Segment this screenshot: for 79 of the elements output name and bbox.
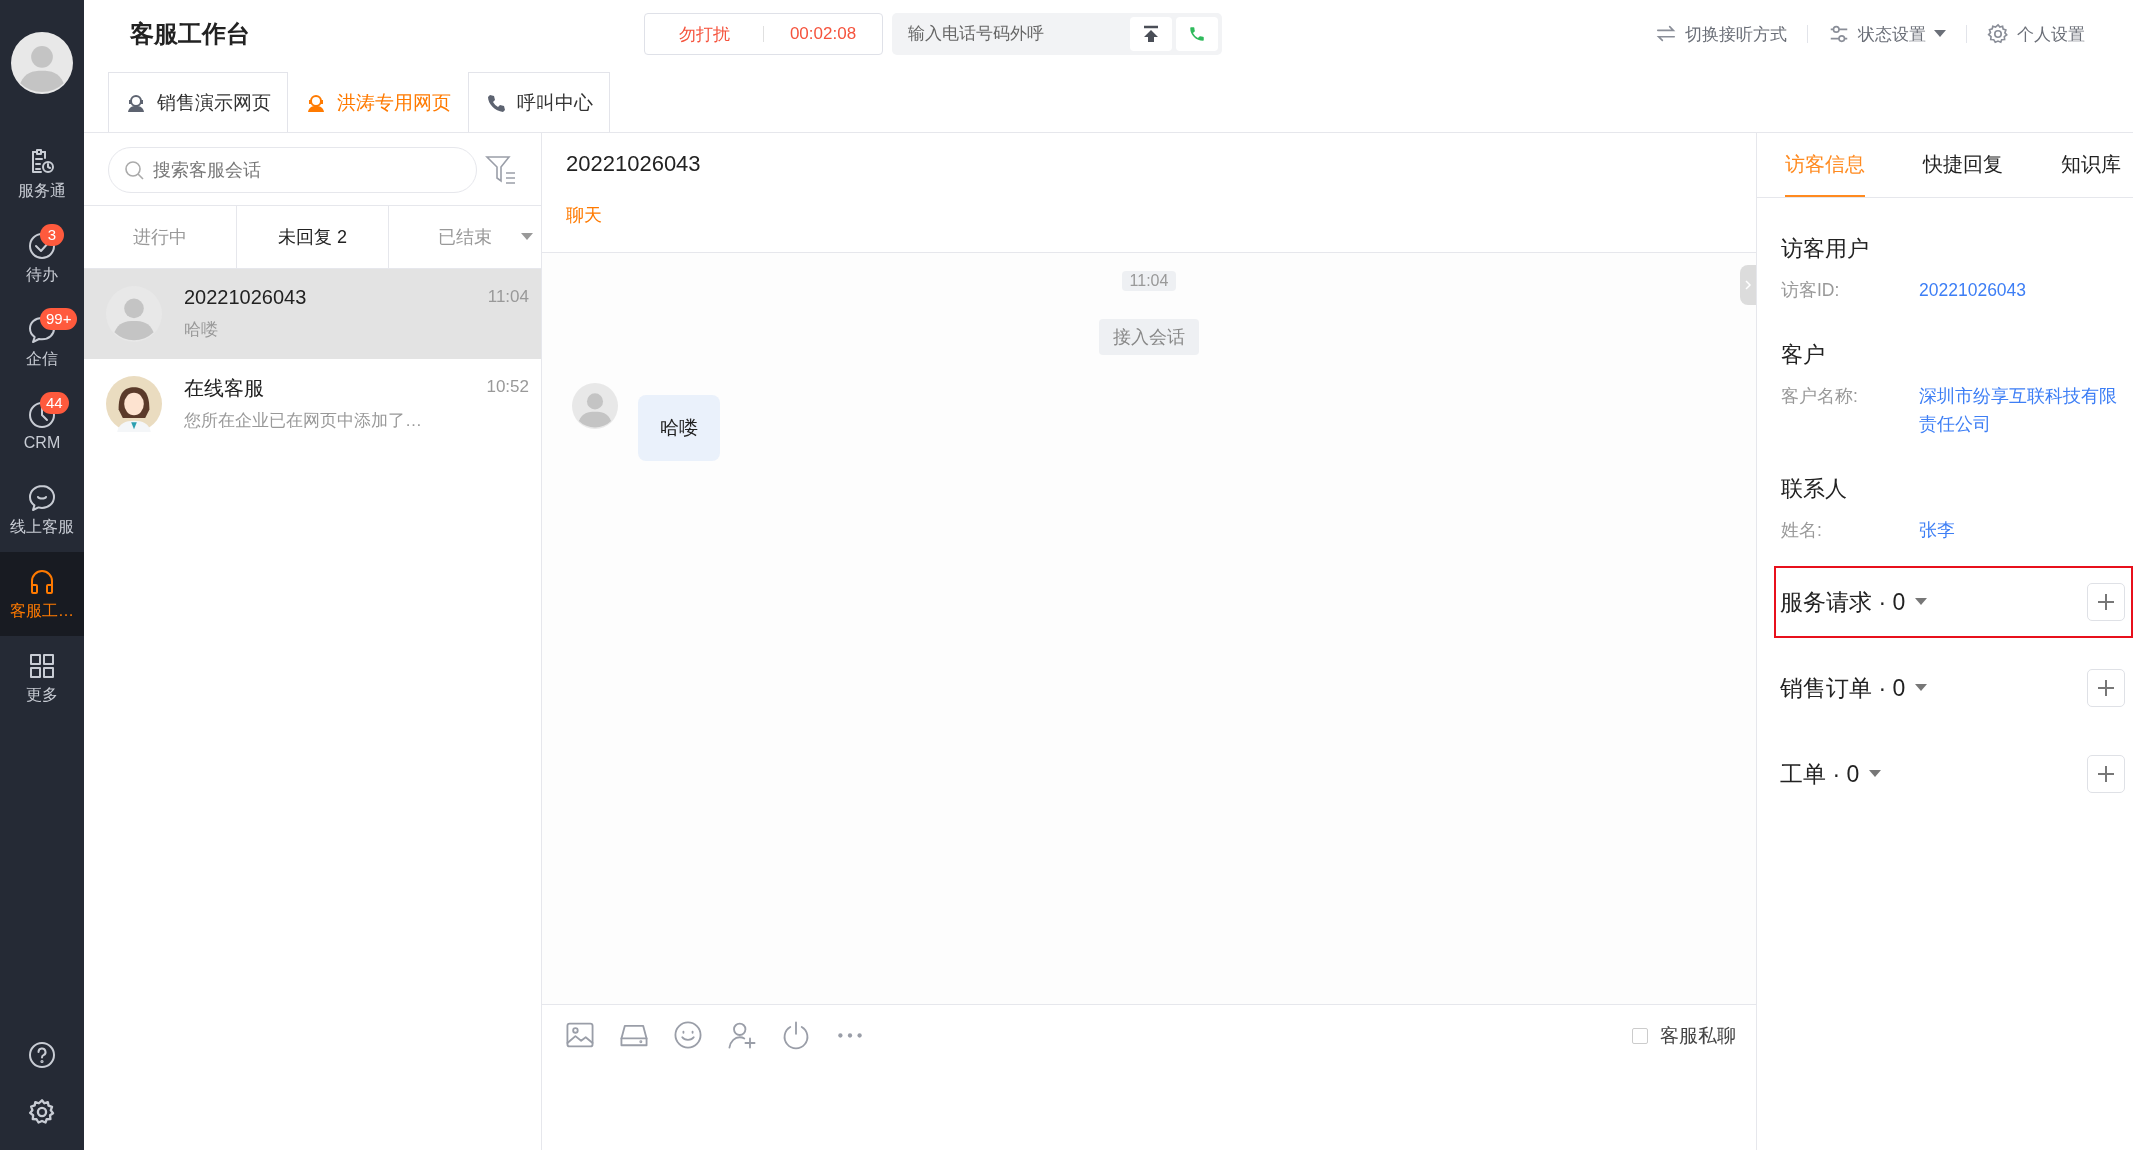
check-circle-icon (27, 230, 57, 261)
nav-item[interactable]: 线上客服 (0, 468, 84, 552)
more-dots-icon (838, 1033, 862, 1038)
message-preview: 哈喽 (184, 318, 219, 341)
call-timer: 00:02:08 (788, 24, 858, 44)
page-tab[interactable]: 呼叫中心 (468, 72, 610, 132)
count-badge: 44 (40, 392, 69, 414)
toolbar-action[interactable]: 切换接听方式 (1635, 22, 1807, 46)
message-bubble: 哈喽 (638, 395, 720, 461)
dial-bar[interactable]: 输入电话号码外呼 (892, 13, 1222, 55)
timestamp: 11:04 (1121, 271, 1177, 291)
checkbox[interactable] (1632, 1028, 1648, 1044)
panel-tab[interactable]: 知识库 (2061, 133, 2121, 197)
user-avatar (11, 32, 73, 94)
section-heading: 联系人 (1781, 475, 1848, 503)
nav-item[interactable]: 客服工… (0, 552, 84, 636)
phone-icon (1188, 25, 1206, 43)
page-tab[interactable]: 销售演示网页 (108, 72, 288, 132)
add-button[interactable] (2087, 755, 2125, 793)
collapse-handle[interactable] (1740, 265, 1756, 305)
toolbar-action[interactable]: 个人设置 (1967, 22, 2105, 46)
search-icon (124, 160, 144, 180)
nav-item[interactable]: 服务通 (0, 132, 84, 216)
section-heading: 访客用户 (1781, 235, 1870, 263)
contact-name: 在线客服 (184, 375, 265, 401)
conversation-item[interactable]: 在线客服 10:52 您所在企业已在网页中添加了… (84, 359, 541, 449)
page-title: 客服工作台 (130, 19, 251, 49)
settings-icon (1987, 23, 2009, 45)
plus-icon (2097, 765, 2115, 783)
settings-icon (28, 1098, 56, 1126)
nav-item[interactable]: 企信 99+ (0, 300, 84, 384)
help-icon (27, 1040, 57, 1070)
plus-icon (2097, 679, 2115, 697)
toolbar-action[interactable]: 状态设置 (1808, 22, 1966, 46)
message-time: 11:04 (487, 286, 529, 307)
smiley-button[interactable] (672, 1019, 704, 1051)
field-value[interactable]: 20221026043 (1919, 276, 2129, 304)
checkbox-label: 客服私聊 (1660, 1024, 1736, 1048)
status-indicator[interactable]: 勿打扰 00:02:08 (644, 13, 883, 55)
nav-item[interactable]: 待办 3 (0, 216, 84, 300)
filter-icon (485, 154, 517, 186)
add-button[interactable] (2087, 669, 2125, 707)
smile-bubble-icon (27, 482, 57, 513)
field-label: 访客ID: (1781, 279, 1841, 302)
panel-tab[interactable]: 快捷回复 (1923, 133, 2003, 197)
field-label: 姓名: (1781, 519, 1823, 542)
message-time: 10:52 (486, 376, 529, 397)
field-label: 客户名称: (1781, 385, 1859, 408)
upload-arrow-icon (1142, 25, 1160, 43)
section-heading: 工单 · 0 (1780, 759, 1860, 789)
search-field[interactable]: 搜索客服会话 (108, 147, 477, 193)
upload-button[interactable] (1130, 17, 1172, 51)
field-value[interactable]: 深圳市纷享互联科技有限责任公司 (1919, 382, 2129, 438)
count-badge: 99+ (40, 308, 78, 330)
section-heading: 客户 (1781, 341, 1826, 369)
add-button[interactable] (2087, 583, 2125, 621)
caret-down-icon (1915, 684, 1928, 692)
contact-name: 20221026043 (184, 285, 308, 309)
conversation-item[interactable]: 20221026043 11:04 哈喽 (84, 269, 541, 359)
chat-title: 20221026043 (566, 151, 702, 177)
caret-down-icon (1915, 598, 1928, 606)
smiley-icon (672, 1019, 704, 1051)
user-avatar (572, 383, 618, 429)
section-heading: 服务请求 · 0 (1780, 587, 1906, 617)
phone-input-field[interactable]: 输入电话号码外呼 (906, 23, 1126, 45)
section-heading: 销售订单 · 0 (1780, 673, 1906, 703)
chevron-right-icon (1744, 279, 1752, 291)
nav-item[interactable]: 更多 (0, 636, 84, 720)
message-preview: 您所在企业已在网页中添加了… (184, 410, 423, 432)
sliders-icon (1828, 23, 1850, 45)
count-badge: 3 (40, 224, 64, 246)
status-label: 勿打扰 (677, 23, 731, 46)
plus-icon (2097, 593, 2115, 611)
agent-avatar (106, 376, 162, 432)
channel-label: 聊天 (566, 204, 603, 227)
field-value[interactable]: 张李 (1919, 516, 2129, 544)
nav-item[interactable]: CRM 44 (0, 384, 84, 468)
caret-down-icon (1869, 770, 1882, 778)
system-message: 接入会话 (1099, 319, 1199, 355)
